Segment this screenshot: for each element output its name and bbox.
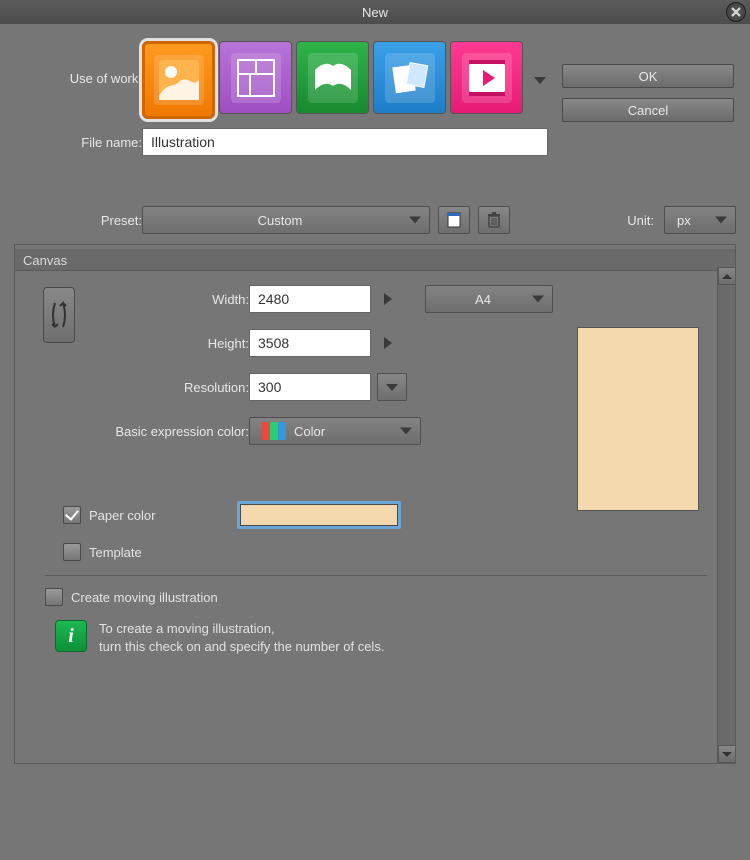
canvas-group-title: Canvas	[15, 249, 735, 271]
height-input[interactable]	[249, 329, 371, 357]
unit-label: Unit:	[526, 213, 654, 228]
chevron-down-icon	[534, 77, 546, 84]
file-name-label: File name:	[14, 135, 142, 150]
paper-color-swatch[interactable]	[237, 501, 401, 529]
width-label: Width:	[111, 292, 249, 307]
canvas-group: Canvas Width: A4 Heigh	[14, 244, 736, 764]
template-label: Template	[89, 545, 142, 560]
moving-illustration-checkbox[interactable]	[45, 588, 63, 606]
template-checkbox[interactable]	[63, 543, 81, 561]
paper-color-checkbox[interactable]	[63, 506, 81, 524]
chevron-down-icon	[400, 428, 412, 435]
color-mode-dropdown[interactable]: Color	[249, 417, 421, 445]
title-bar: New	[0, 0, 750, 24]
swap-dimensions-button[interactable]	[43, 287, 75, 343]
dialog-body: Use of work: OK Cancel File name:	[0, 24, 750, 860]
rgb-chips-icon	[262, 422, 286, 440]
preset-dropdown[interactable]: Custom	[142, 206, 430, 234]
help-line-2: turn this check on and specify the numbe…	[99, 638, 384, 656]
height-arrow-button[interactable]	[377, 329, 399, 357]
unit-dropdown[interactable]: px	[664, 206, 736, 234]
use-of-work-label: Use of work:	[14, 71, 142, 86]
swap-arrows-icon	[49, 295, 69, 335]
arrow-right-icon	[384, 337, 392, 349]
window-title: New	[362, 5, 388, 20]
chevron-down-icon	[409, 217, 421, 224]
preset-save-button[interactable]	[438, 206, 470, 234]
preset-delete-button[interactable]	[478, 206, 510, 234]
ok-button[interactable]: OK	[562, 64, 734, 88]
info-icon: i	[55, 620, 87, 652]
height-label: Height:	[111, 336, 249, 351]
chevron-down-icon	[715, 217, 727, 224]
preset-value: Custom	[258, 213, 303, 228]
use-tab-dropdown[interactable]	[527, 41, 553, 119]
help-line-1: To create a moving illustration,	[99, 620, 384, 638]
close-icon	[731, 7, 741, 17]
chevron-down-icon	[532, 296, 544, 303]
resolution-dropdown[interactable]	[377, 373, 407, 401]
canvas-preview	[577, 327, 699, 511]
paper-size-value: A4	[475, 292, 491, 307]
paper-size-dropdown[interactable]: A4	[425, 285, 553, 313]
document-icon	[445, 211, 463, 229]
color-mode-label: Basic expression color:	[111, 424, 249, 439]
divider	[45, 575, 707, 576]
file-name-input[interactable]	[142, 128, 548, 156]
scroll-down-button[interactable]	[718, 745, 736, 763]
close-button[interactable]	[726, 2, 746, 22]
width-arrow-button[interactable]	[377, 285, 399, 313]
use-tab-comic[interactable]	[219, 41, 292, 114]
moving-illustration-label: Create moving illustration	[71, 590, 218, 605]
use-tab-animation[interactable]	[450, 41, 523, 114]
width-input[interactable]	[249, 285, 371, 313]
arrow-right-icon	[384, 293, 392, 305]
unit-value: px	[677, 213, 691, 228]
cancel-button[interactable]: Cancel	[562, 98, 734, 122]
use-tab-book[interactable]	[296, 41, 369, 114]
color-mode-value: Color	[294, 424, 325, 439]
paper-color-label: Paper color	[89, 508, 155, 523]
use-of-work-tabs	[142, 39, 553, 117]
resolution-input[interactable]	[249, 373, 371, 401]
help-text: To create a moving illustration, turn th…	[99, 620, 384, 656]
preset-label: Preset:	[14, 213, 142, 228]
chevron-down-icon	[722, 752, 732, 757]
resolution-label: Resolution:	[111, 380, 249, 395]
use-tab-illustration[interactable]	[142, 41, 215, 119]
chevron-down-icon	[386, 384, 398, 391]
trash-icon	[486, 211, 502, 229]
use-tab-print[interactable]	[373, 41, 446, 114]
